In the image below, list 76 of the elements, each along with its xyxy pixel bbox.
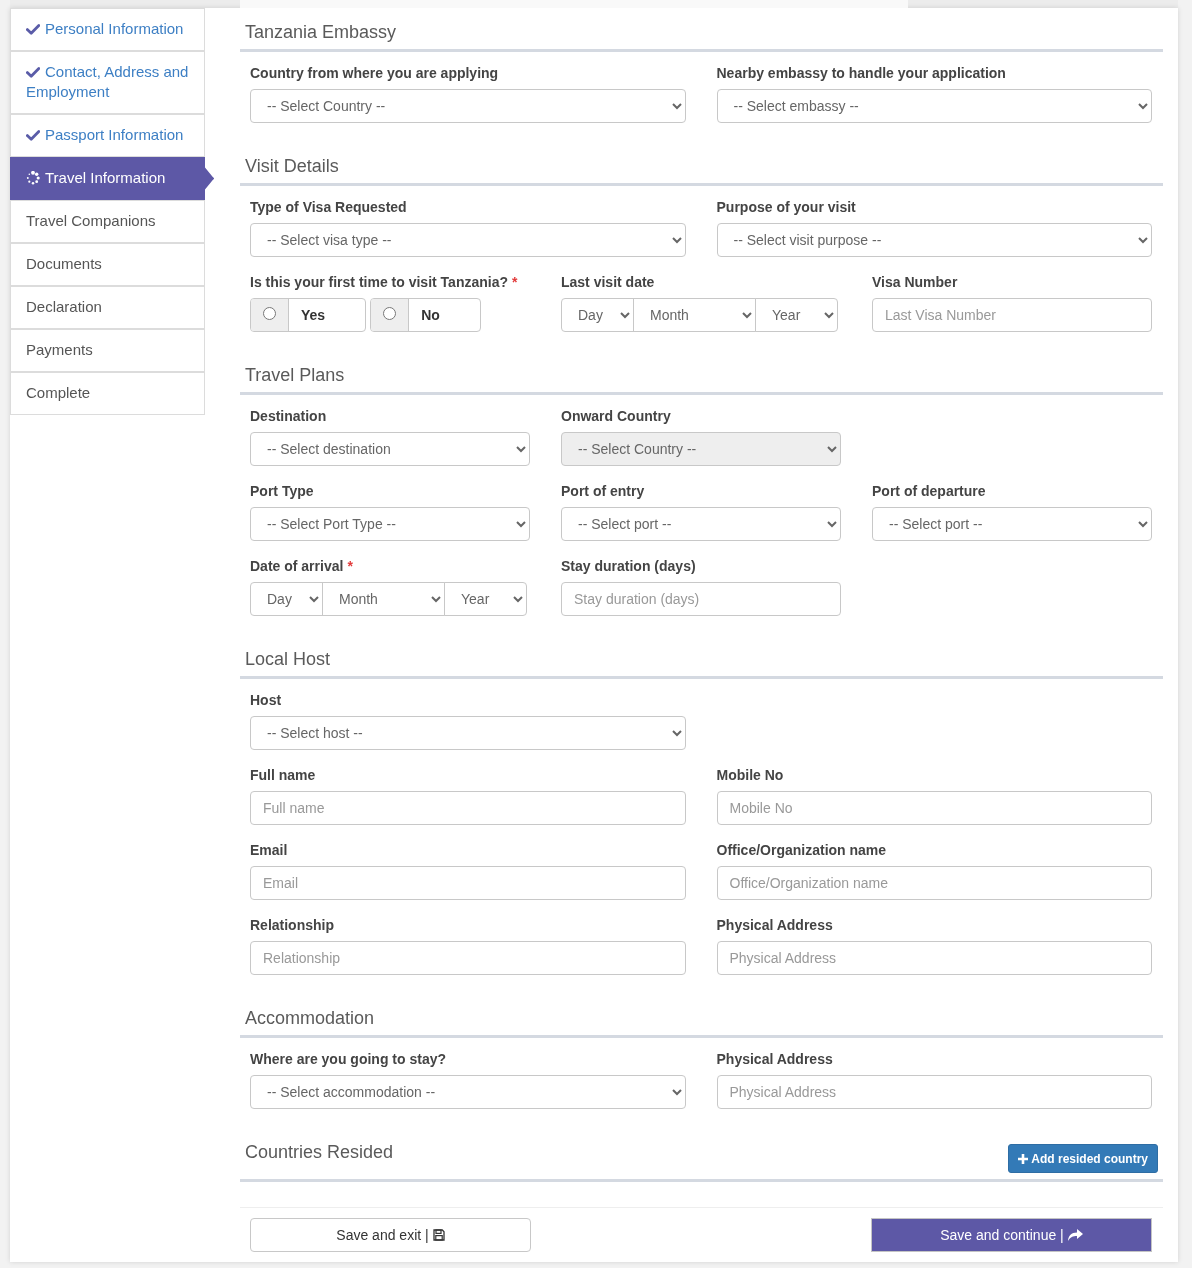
dropdown[interactable]: -- Select accommodation -- (250, 1075, 686, 1109)
field-label: Country from where you are applying (250, 64, 499, 83)
sidebar-item[interactable]: Passport Information (10, 114, 205, 157)
sidebar-item[interactable]: Complete (10, 372, 205, 415)
dropdown[interactable]: Year (755, 298, 838, 332)
section-title: Countries Resided (245, 1141, 394, 1164)
dropdown[interactable]: -- Select Country -- (250, 89, 686, 123)
radio-option[interactable]: No (370, 298, 481, 332)
curved-arrow-icon (1067, 1229, 1083, 1241)
field-label: Purpose of your visit (716, 198, 856, 217)
dropdown[interactable]: Day (561, 298, 634, 332)
field-label: Where are you going to stay? (250, 1050, 447, 1069)
dropdown[interactable]: -- Select Port Type -- (250, 507, 530, 541)
section-title: Tanzania Embassy (245, 21, 397, 44)
section-title: Travel Plans (245, 364, 345, 387)
sidebar-item[interactable]: Travel Information (10, 157, 214, 200)
sidebar-item[interactable]: Payments (10, 329, 205, 372)
sidebar-item[interactable]: Contact, Address and Employment (10, 51, 205, 114)
radio-button[interactable] (383, 307, 397, 320)
field-label: Email (250, 841, 288, 860)
field-label: Date of arrival * (250, 557, 353, 576)
field-label: Relationship (250, 916, 334, 935)
dropdown[interactable]: -- Select port -- (872, 507, 1152, 541)
dropdown[interactable]: -- Select port -- (561, 507, 841, 541)
radio-option[interactable]: Yes (250, 298, 367, 332)
field-label: Onward Country (561, 407, 671, 426)
dropdown[interactable]: -- Select destination (250, 432, 530, 466)
text-input[interactable]: Physical Address (716, 1075, 1152, 1109)
field-label: Stay duration (days) (561, 557, 696, 576)
field-label: Destination (250, 407, 327, 426)
field-label: Full name (250, 766, 316, 785)
field-label: Port Type (250, 482, 314, 501)
dropdown[interactable]: Month (633, 298, 756, 332)
text-input[interactable]: Office/Organization name (716, 866, 1152, 900)
dropdown[interactable]: Day (250, 582, 323, 616)
field-label: Physical Address (716, 916, 833, 935)
field-label: Last visit date (561, 273, 655, 292)
field-label: Is this your first time to visit Tanzania? * (250, 273, 518, 292)
field-label: Type of Visa Requested (250, 198, 407, 217)
dropdown[interactable]: -- Select host -- (250, 716, 686, 750)
field-label: Port of departure (872, 482, 986, 501)
sidebar-item[interactable]: Travel Companions (10, 200, 205, 243)
save-continue-button[interactable]: Save and continue | (871, 1218, 1152, 1252)
dropdown[interactable]: -- Select visit purpose -- (716, 223, 1152, 257)
save-exit-button[interactable]: Save and exit | (250, 1218, 531, 1252)
field-label: Visa Number (872, 273, 958, 292)
dropdown[interactable]: -- Select embassy -- (716, 89, 1152, 123)
plus-icon (1018, 1153, 1029, 1164)
radio-button[interactable] (263, 307, 276, 320)
text-input[interactable]: Email (250, 866, 686, 900)
section-title: Local Host (245, 648, 331, 671)
field-label: Mobile No (716, 766, 784, 785)
spinner-icon (26, 171, 40, 185)
field-label: Nearby embassy to handle your application (716, 64, 1006, 83)
sidebar-item[interactable]: Personal Information (10, 8, 205, 51)
text-input[interactable]: Stay duration (days) (561, 582, 841, 616)
check-icon (26, 130, 40, 141)
check-icon (26, 67, 40, 78)
text-input[interactable]: Full name (250, 791, 686, 825)
field-label: Host (250, 691, 282, 710)
dropdown[interactable]: -- Select visa type -- (250, 223, 686, 257)
section-title: Accommodation (245, 1007, 375, 1030)
text-input[interactable]: Physical Address (716, 941, 1152, 975)
field-label: Physical Address (716, 1050, 833, 1069)
sidebar-item[interactable]: Documents (10, 243, 205, 286)
dropdown[interactable]: Year (444, 582, 527, 616)
sidebar-item[interactable]: Declaration (10, 286, 205, 329)
section-title: Visit Details (245, 155, 339, 178)
text-input[interactable]: Last Visa Number (872, 298, 1152, 332)
text-input[interactable]: Relationship (250, 941, 686, 975)
text-input[interactable]: Mobile No (716, 791, 1152, 825)
add-button[interactable]: Add resided country (1008, 1144, 1158, 1173)
check-icon (26, 24, 40, 35)
field-label: Port of entry (561, 482, 645, 501)
field-label: Office/Organization name (716, 841, 887, 860)
dropdown[interactable]: Month (322, 582, 445, 616)
